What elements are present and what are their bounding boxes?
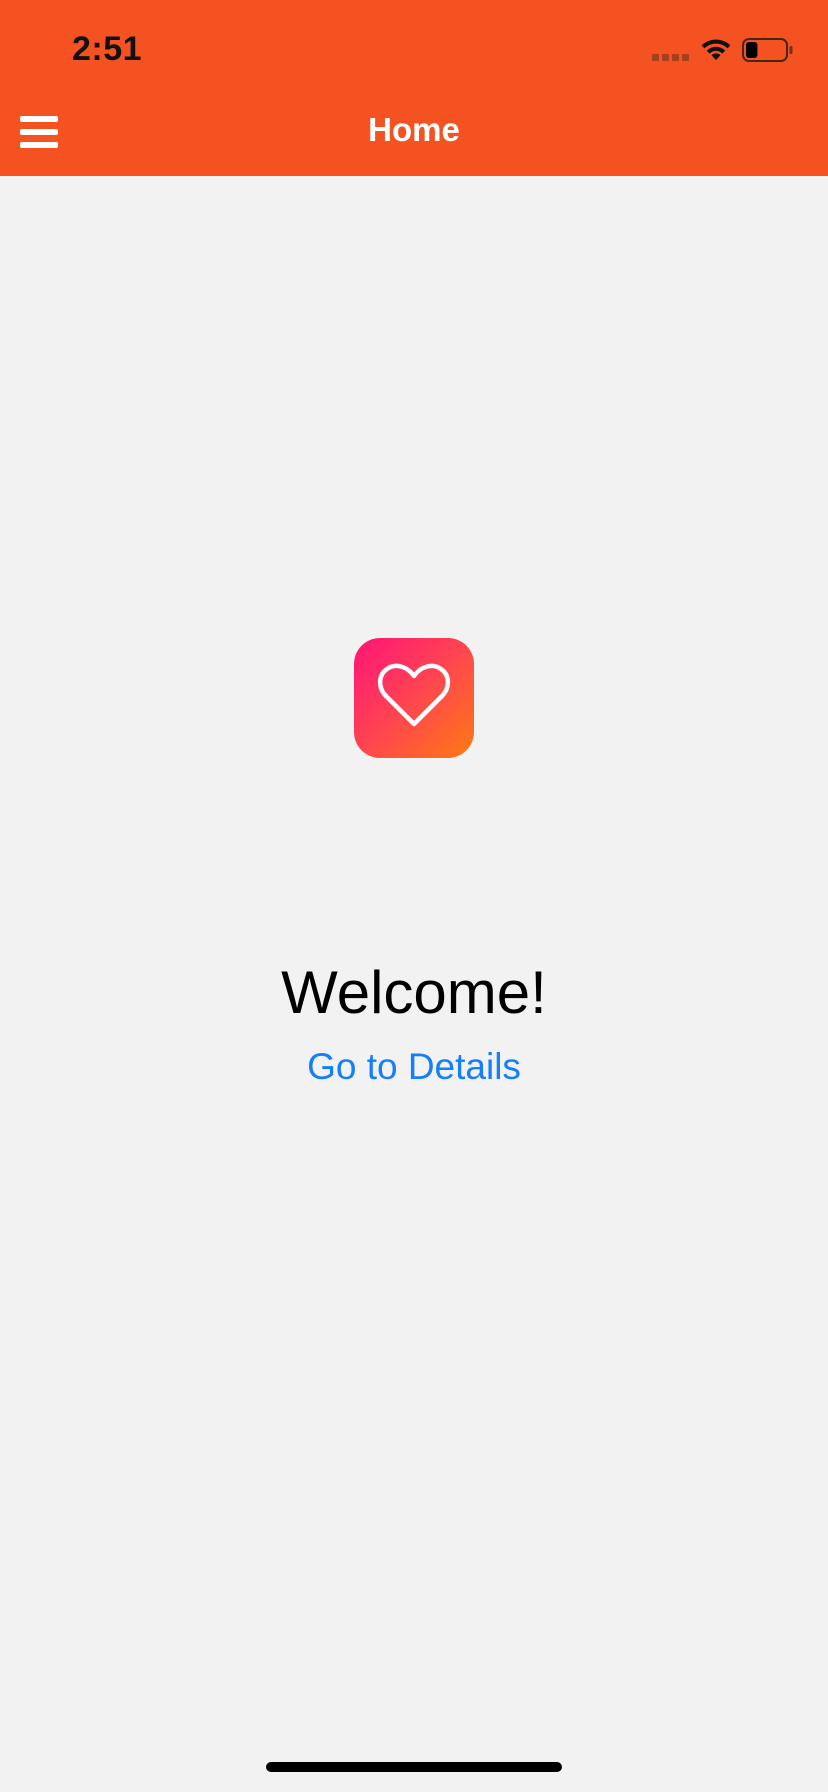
wifi-icon bbox=[701, 39, 731, 60]
go-to-details-link[interactable]: Go to Details bbox=[264, 1046, 564, 1088]
status-time: 2:51 bbox=[72, 30, 143, 68]
battery-icon bbox=[742, 38, 793, 62]
welcome-heading: Welcome! bbox=[281, 959, 547, 1026]
page-title: Home bbox=[368, 111, 460, 148]
cellular-signal-icon bbox=[652, 54, 692, 62]
app-logo bbox=[354, 638, 474, 758]
home-indicator[interactable] bbox=[266, 1762, 562, 1772]
app-header: 2:51 Home bbox=[0, 0, 828, 176]
heart-icon bbox=[377, 663, 451, 727]
